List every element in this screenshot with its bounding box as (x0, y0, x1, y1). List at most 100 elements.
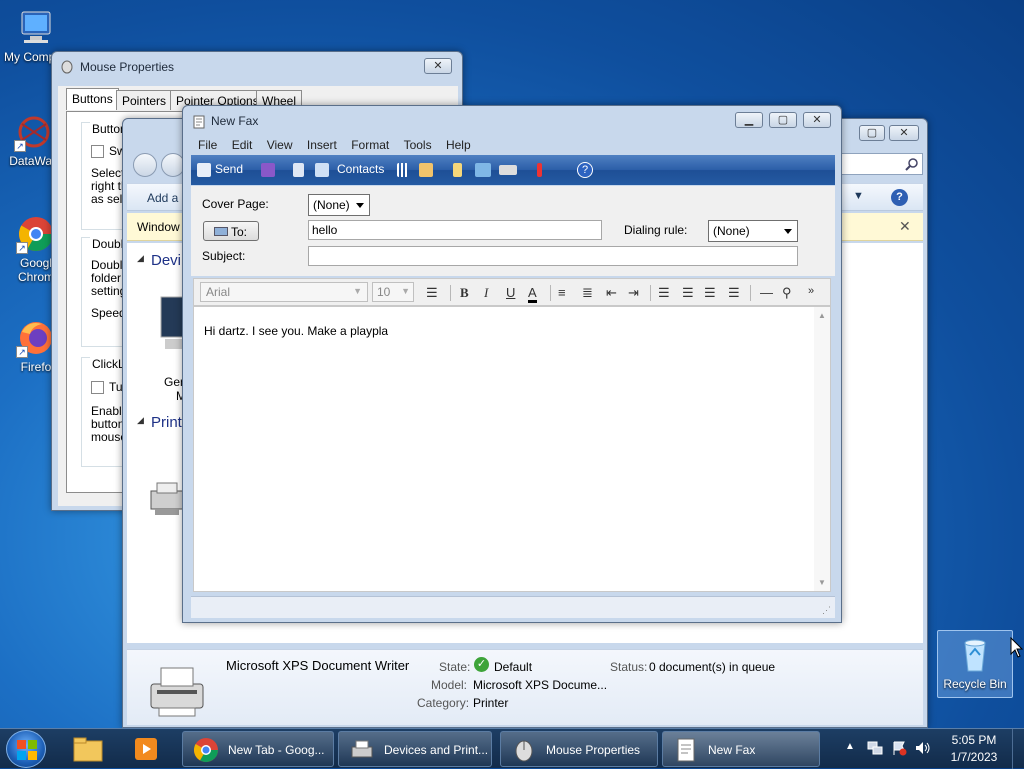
numbered-list-icon[interactable]: ≡ (558, 285, 566, 300)
fax-body-editor[interactable]: Hi dartz. I see you. Make a playpla ▲ ▼ (193, 306, 831, 592)
turn-on-clicklock-checkbox[interactable] (91, 381, 104, 394)
subject-input[interactable] (308, 246, 798, 266)
volume-icon[interactable] (914, 740, 932, 756)
save-icon[interactable] (261, 163, 275, 177)
decrease-indent-icon[interactable]: ⇤ (606, 285, 617, 301)
network-icon[interactable] (867, 740, 883, 756)
maximize-button[interactable]: ▢ (859, 125, 885, 141)
category-label: Category: (417, 696, 470, 710)
increase-indent-icon[interactable]: ⇥ (628, 285, 639, 301)
to-input[interactable]: hello (308, 220, 602, 240)
resize-grip-icon[interactable]: ⋰ (822, 605, 831, 616)
address-book-icon[interactable] (293, 163, 304, 177)
action-center-flag-icon[interactable] (891, 740, 907, 756)
horizontal-line-icon[interactable]: — (760, 285, 773, 300)
scan-icon[interactable] (499, 165, 517, 175)
align-right-icon[interactable]: ☰ (704, 285, 716, 301)
font-name-dropdown[interactable]: Arial ▼ (200, 282, 368, 302)
menu-edit[interactable]: Edit (232, 138, 253, 152)
taskbar-button-label: Devices and Print... (384, 743, 489, 757)
desktop-icon-recycle-bin[interactable]: Recycle Bin (937, 630, 1013, 698)
mouse-properties-titlebar[interactable]: Mouse Properties ✕ (52, 52, 462, 80)
close-button[interactable]: ✕ (803, 112, 831, 128)
grid-icon[interactable] (397, 163, 408, 177)
status-label: Status: (610, 660, 648, 674)
separator (450, 285, 451, 301)
explorer-pinned-icon[interactable] (72, 735, 104, 763)
help-icon[interactable]: ? (891, 189, 908, 206)
menu-insert[interactable]: Insert (307, 138, 337, 152)
help-icon[interactable]: ? (577, 162, 593, 178)
insert-link-icon[interactable]: ⚲ (782, 285, 792, 301)
people-icon[interactable] (419, 163, 433, 177)
tab-pointers[interactable]: Pointers (116, 90, 173, 110)
taskbar-button-devices[interactable]: Devices and Print... (338, 731, 492, 767)
align-left-icon[interactable]: ☰ (658, 285, 670, 301)
taskbar: New Tab - Goog... Devices and Print... M… (0, 728, 1024, 769)
font-size-dropdown[interactable]: 10 ▼ (372, 282, 414, 302)
separator (750, 285, 751, 301)
italic-button[interactable]: I (484, 285, 488, 301)
maximize-button[interactable]: ▢ (769, 112, 797, 128)
view-options-dropdown-icon[interactable]: ▼ (853, 190, 864, 202)
mouse-icon (511, 737, 537, 763)
model-value: Microsoft XPS Docume... (473, 678, 608, 692)
fax-titlebar[interactable]: New Fax ▁ ▢ ✕ (183, 106, 841, 134)
scroll-down-icon[interactable]: ▼ (818, 578, 826, 587)
bold-button[interactable]: B (460, 285, 469, 301)
fax-printer-icon[interactable] (147, 479, 187, 522)
menu-format[interactable]: Format (351, 138, 389, 152)
contacts-button[interactable]: Contacts (337, 162, 384, 176)
scroll-up-icon[interactable]: ▲ (818, 311, 826, 320)
media-player-pinned-icon[interactable] (132, 735, 160, 763)
to-button[interactable]: To: (203, 221, 259, 241)
back-button[interactable] (133, 153, 157, 177)
font-color-button[interactable]: A (528, 285, 537, 303)
info-bar-text: Window (137, 220, 180, 234)
mouse-cursor-icon (1010, 636, 1024, 662)
taskbar-button-new-fax[interactable]: New Fax (662, 731, 820, 767)
close-infobar-icon[interactable]: ✕ (899, 218, 911, 235)
more-options-icon[interactable]: » (808, 285, 814, 297)
picture-icon[interactable] (475, 163, 491, 177)
dialing-rule-dropdown[interactable]: (None) (708, 220, 798, 242)
minimize-button[interactable]: ▁ (735, 112, 763, 128)
close-button[interactable]: ✕ (424, 58, 452, 74)
taskbar-button-mouse-properties[interactable]: Mouse Properties (500, 731, 658, 767)
start-button[interactable] (6, 730, 46, 768)
align-center-icon[interactable]: ☰ (682, 285, 694, 301)
select-text-1: Select (91, 166, 125, 180)
clock[interactable]: 5:05 PM 1/7/2023 (944, 733, 1004, 764)
tab-buttons[interactable]: Buttons (66, 88, 119, 110)
close-button[interactable]: ✕ (889, 125, 919, 141)
add-device-button[interactable]: Add a (147, 191, 178, 205)
new-fax-window: New Fax ▁ ▢ ✕ File Edit View Insert Form… (182, 105, 842, 623)
paragraph-style-icon[interactable]: ☰ (426, 285, 438, 301)
show-hidden-icons-button[interactable]: ▲ (845, 741, 855, 752)
default-check-icon: ✓ (474, 657, 489, 672)
bulleted-list-icon[interactable]: ≣ (582, 285, 593, 301)
menu-help[interactable]: Help (446, 138, 471, 152)
justify-icon[interactable]: ☰ (728, 285, 740, 301)
send-button[interactable]: Send (215, 162, 243, 176)
menu-tools[interactable]: Tools (404, 138, 432, 152)
shortcut-arrow-icon: ↗ (14, 140, 26, 152)
vertical-scrollbar[interactable]: ▲ ▼ (814, 307, 830, 591)
cover-page-dropdown[interactable]: (None) (308, 194, 370, 216)
menu-file[interactable]: File (198, 138, 217, 152)
cover-page-label: Cover Page: (202, 197, 269, 211)
priority-icon[interactable] (537, 163, 542, 177)
separator (650, 285, 651, 301)
send-icon (197, 163, 211, 177)
search-box[interactable] (839, 153, 923, 175)
underline-button[interactable]: U (506, 285, 515, 300)
collapse-printers-icon[interactable]: ◢ (137, 415, 144, 426)
taskbar-button-chrome[interactable]: New Tab - Goog... (182, 731, 334, 767)
attach-icon[interactable] (453, 163, 462, 177)
details-pane: Microsoft XPS Document Writer State: ✓ D… (127, 649, 923, 725)
menu-view[interactable]: View (267, 138, 293, 152)
collapse-devices-icon[interactable]: ◢ (137, 253, 144, 264)
switch-buttons-checkbox[interactable] (91, 145, 104, 158)
font-size-value: 10 (377, 285, 391, 299)
show-desktop-button[interactable] (1012, 729, 1024, 769)
